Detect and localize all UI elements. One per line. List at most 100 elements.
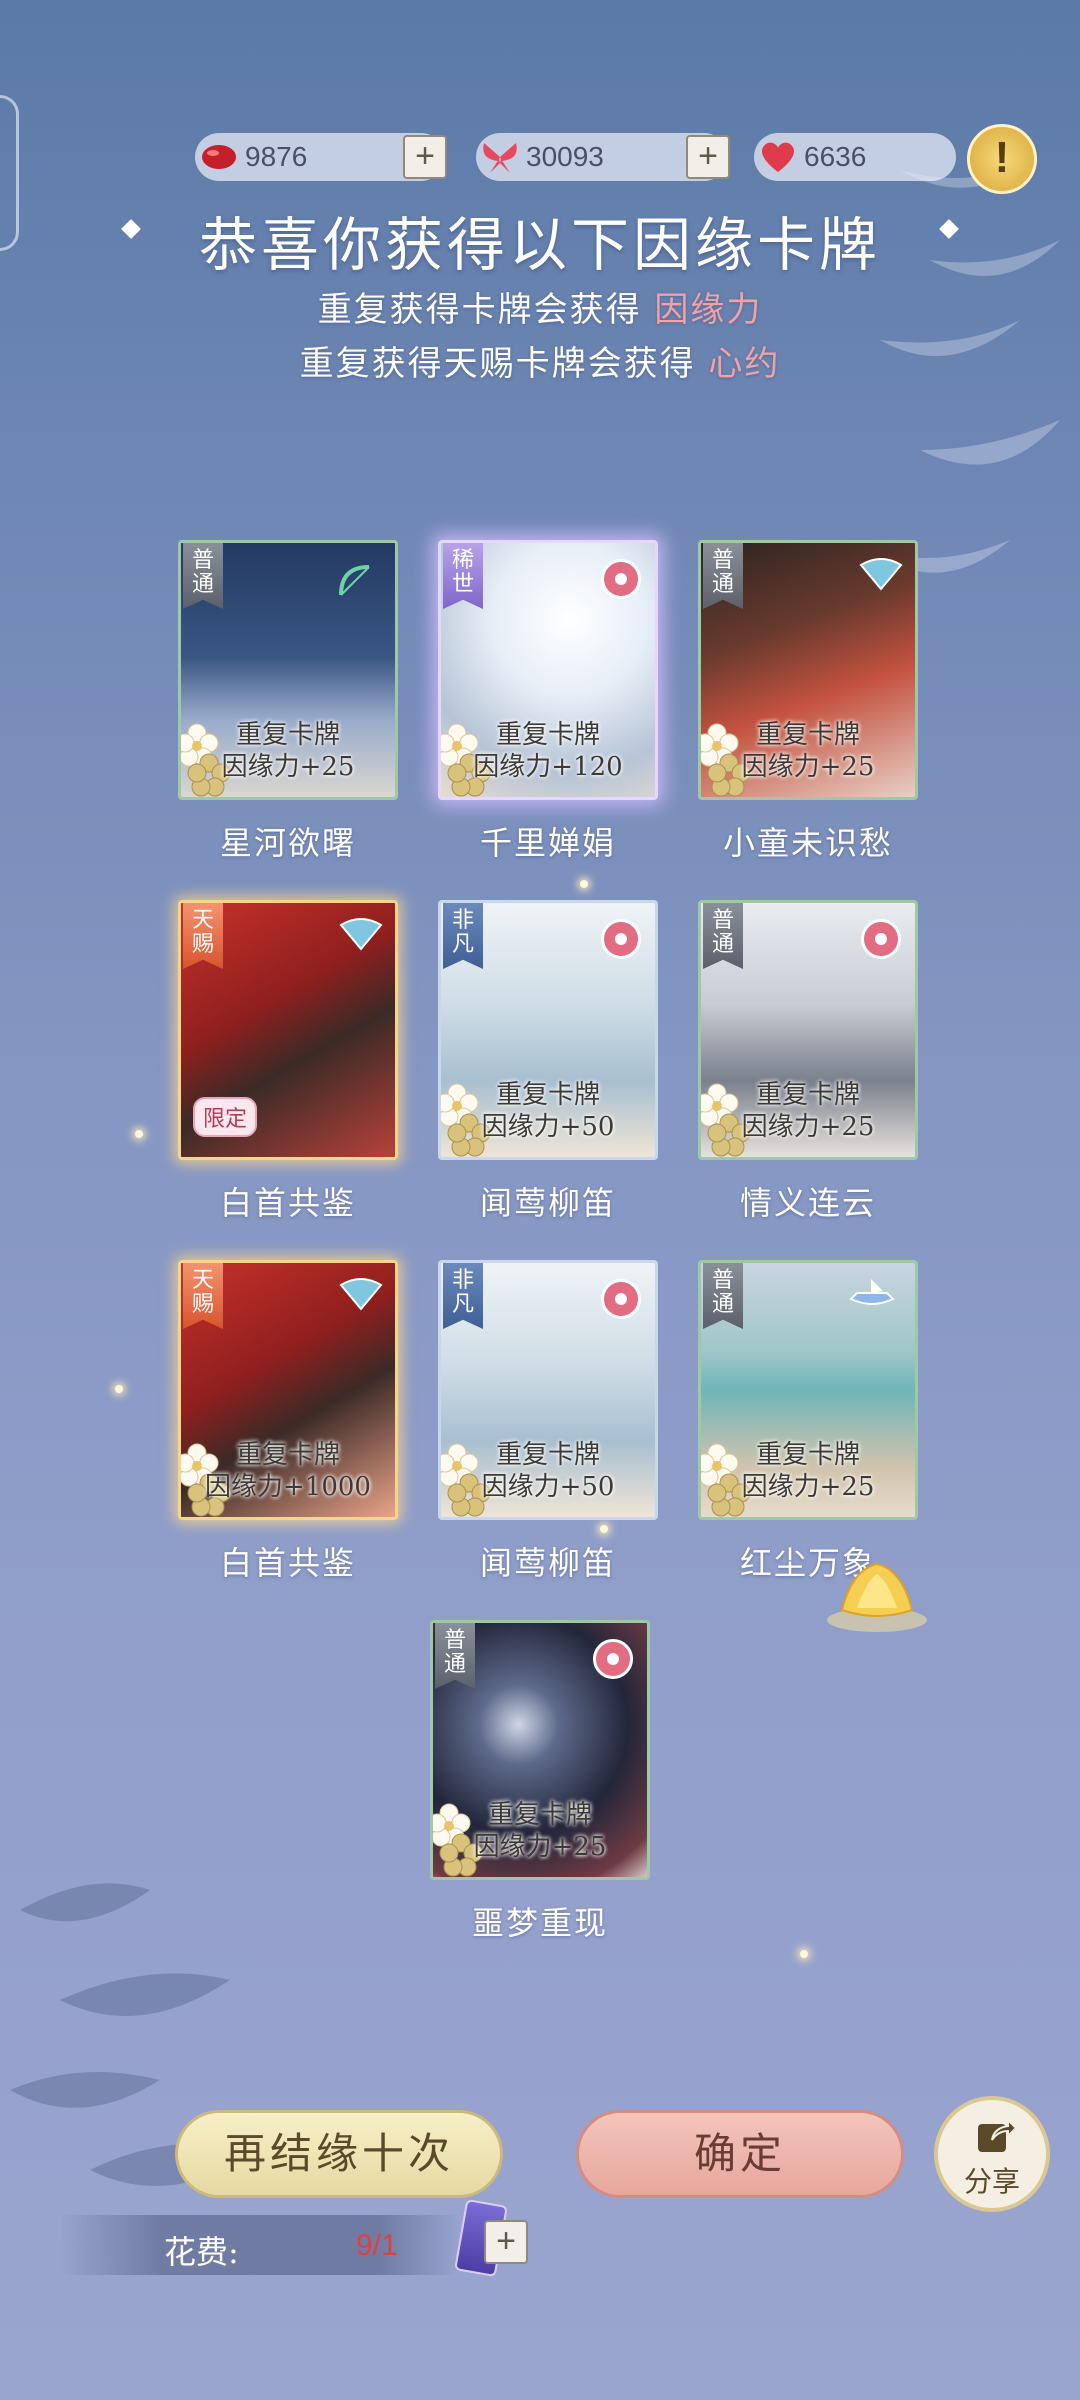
pink-butterfly-icon: [476, 133, 524, 181]
card-info: 重复卡牌 因缘力+1000: [181, 1439, 395, 1503]
red-gem-icon: [195, 133, 243, 181]
sparkle: [600, 1525, 608, 1533]
add-butterfly-button[interactable]: +: [686, 135, 730, 179]
card-info: 重复卡牌 因缘力+50: [441, 1439, 655, 1503]
fan-icon: [339, 1278, 383, 1311]
reward-label: 因缘力+120: [473, 752, 623, 782]
duplicate-label: 重复卡牌: [487, 1800, 592, 1830]
reward-label: 因缘力+25: [741, 1472, 875, 1502]
cost-value: 9/1: [356, 2229, 398, 2262]
currency-gem: 9876 +: [195, 133, 447, 181]
rarity-tag: 普通: [703, 903, 743, 969]
page-title: 恭喜你获得以下因缘卡牌: [198, 211, 881, 279]
card-info: 重复卡牌 因缘力+120: [441, 719, 655, 783]
duplicate-label: 重复卡牌: [755, 720, 860, 750]
rarity-tag: 非凡: [443, 903, 483, 969]
card-info: 重复卡牌 因缘力+25: [701, 719, 915, 783]
card-slot-3[interactable]: 普通 重复卡牌 因缘力+25: [698, 540, 918, 800]
sparkle: [115, 1385, 123, 1393]
heart-count: 6636: [804, 141, 867, 172]
sparkle: [800, 1950, 808, 1958]
butterfly-count: 30093: [526, 141, 604, 172]
rarity-tag: 普通: [183, 543, 223, 609]
plum-blossom-icon: [593, 1639, 633, 1679]
plum-blossom-icon: [601, 559, 641, 599]
bow-icon: [339, 565, 370, 596]
card-slot-1[interactable]: 普通 重复卡牌 因缘力+25: [178, 540, 398, 800]
card-info: 重复卡牌 因缘力+25: [433, 1799, 647, 1863]
draw-again-button[interactable]: 再结缘十次: [175, 2110, 503, 2198]
subtitle-line-2: 重复获得天赐卡牌会获得 心约: [0, 336, 1080, 385]
card-name: 白首共鉴: [219, 1184, 356, 1222]
duplicate-label: 重复卡牌: [495, 1080, 600, 1110]
card-name: 闻莺柳笛: [479, 1544, 616, 1582]
duplicate-label: 重复卡牌: [755, 1440, 860, 1470]
rarity-tag: 普通: [435, 1623, 475, 1689]
rarity-tag: 非凡: [443, 1263, 483, 1329]
reward-label: 因缘力+25: [741, 752, 875, 782]
card-info: 重复卡牌 因缘力+50: [441, 1079, 655, 1143]
subtitle-2-text: 重复获得天赐卡牌会获得: [299, 344, 709, 384]
reward-label: 因缘力+1000: [205, 1472, 371, 1502]
share-label: 分享: [963, 2165, 1020, 2198]
plum-blossom-icon: [861, 919, 901, 959]
rarity-tag: 普通: [703, 1263, 743, 1329]
card-name: 小童未识愁: [722, 824, 893, 862]
card-slot-7[interactable]: 天赐 重复卡牌 因缘力+1000: [178, 1260, 398, 1520]
subtitle-line-1: 重复获得卡牌会获得 因缘力: [0, 282, 1080, 331]
add-gem-button[interactable]: +: [403, 135, 447, 179]
fan-icon: [339, 918, 383, 951]
duplicate-label: 重复卡牌: [495, 1440, 600, 1470]
subtitle-2-highlight: 心约: [708, 344, 781, 384]
lotus-lantern-icon: [827, 1562, 927, 1632]
gem-count: 9876: [245, 141, 308, 172]
card-slot-6[interactable]: 普通 重复卡牌 因缘力+25: [698, 900, 918, 1160]
currency-heart: 6636: [754, 133, 956, 181]
card-slot-4[interactable]: 天赐 限定: [178, 900, 398, 1160]
rarity-tag: 天赐: [183, 1263, 223, 1329]
card-info: 重复卡牌 因缘力+25: [701, 1079, 915, 1143]
duplicate-label: 重复卡牌: [235, 720, 340, 750]
reward-label: 因缘力+25: [473, 1832, 607, 1862]
card-slot-2[interactable]: 稀世 重复卡牌 因缘力+120: [438, 540, 658, 800]
confirm-button[interactable]: 确定: [576, 2110, 904, 2198]
card-slot-5[interactable]: 非凡 重复卡牌 因缘力+50: [438, 900, 658, 1160]
fan-icon: [859, 558, 903, 591]
limited-badge: 限定: [193, 1097, 258, 1137]
alert-icon[interactable]: !: [967, 124, 1037, 194]
card-name: 千里婵娟: [479, 824, 616, 862]
currency-butterfly: 30093 +: [476, 133, 730, 181]
red-heart-icon: [754, 133, 802, 181]
subtitle-1-highlight: 因缘力: [654, 290, 763, 330]
cost-bar: 花费: 9/1: [60, 2215, 460, 2275]
share-button[interactable]: 分享: [934, 2096, 1050, 2212]
card-slot-10[interactable]: 普通 重复卡牌 因缘力+25: [430, 1620, 650, 1880]
add-ticket-button[interactable]: +: [484, 2220, 528, 2264]
card-info: 重复卡牌 因缘力+25: [701, 1439, 915, 1503]
subtitle-1-text: 重复获得卡牌会获得: [317, 290, 655, 330]
rarity-tag: 稀世: [443, 543, 483, 609]
card-name: 星河欲曙: [219, 824, 356, 862]
card-slot-8[interactable]: 非凡 重复卡牌 因缘力+50: [438, 1260, 658, 1520]
plum-blossom-icon: [601, 919, 641, 959]
boat-icon: [849, 1279, 895, 1305]
reward-label: 因缘力+25: [221, 752, 355, 782]
card-name: 噩梦重现: [471, 1904, 608, 1942]
card-slot-9[interactable]: 普通 重复卡牌 因缘力+25: [698, 1260, 918, 1520]
card-info: 重复卡牌 因缘力+25: [181, 719, 395, 783]
card-name: 情义连云: [739, 1184, 876, 1222]
sparkle: [580, 880, 588, 888]
duplicate-label: 重复卡牌: [755, 1080, 860, 1110]
share-icon: [978, 2117, 1018, 2152]
rarity-tag: 普通: [703, 543, 743, 609]
duplicate-label: 重复卡牌: [235, 1440, 340, 1470]
reward-label: 因缘力+50: [481, 1112, 615, 1142]
reward-label: 因缘力+25: [741, 1112, 875, 1142]
reward-label: 因缘力+50: [481, 1472, 615, 1502]
card-name: 白首共鉴: [219, 1544, 356, 1582]
plum-blossom-icon: [601, 1279, 641, 1319]
card-name: 闻莺柳笛: [479, 1184, 616, 1222]
cost-label: 花费:: [164, 2233, 239, 2271]
sparkle: [135, 1130, 143, 1138]
duplicate-label: 重复卡牌: [495, 720, 600, 750]
